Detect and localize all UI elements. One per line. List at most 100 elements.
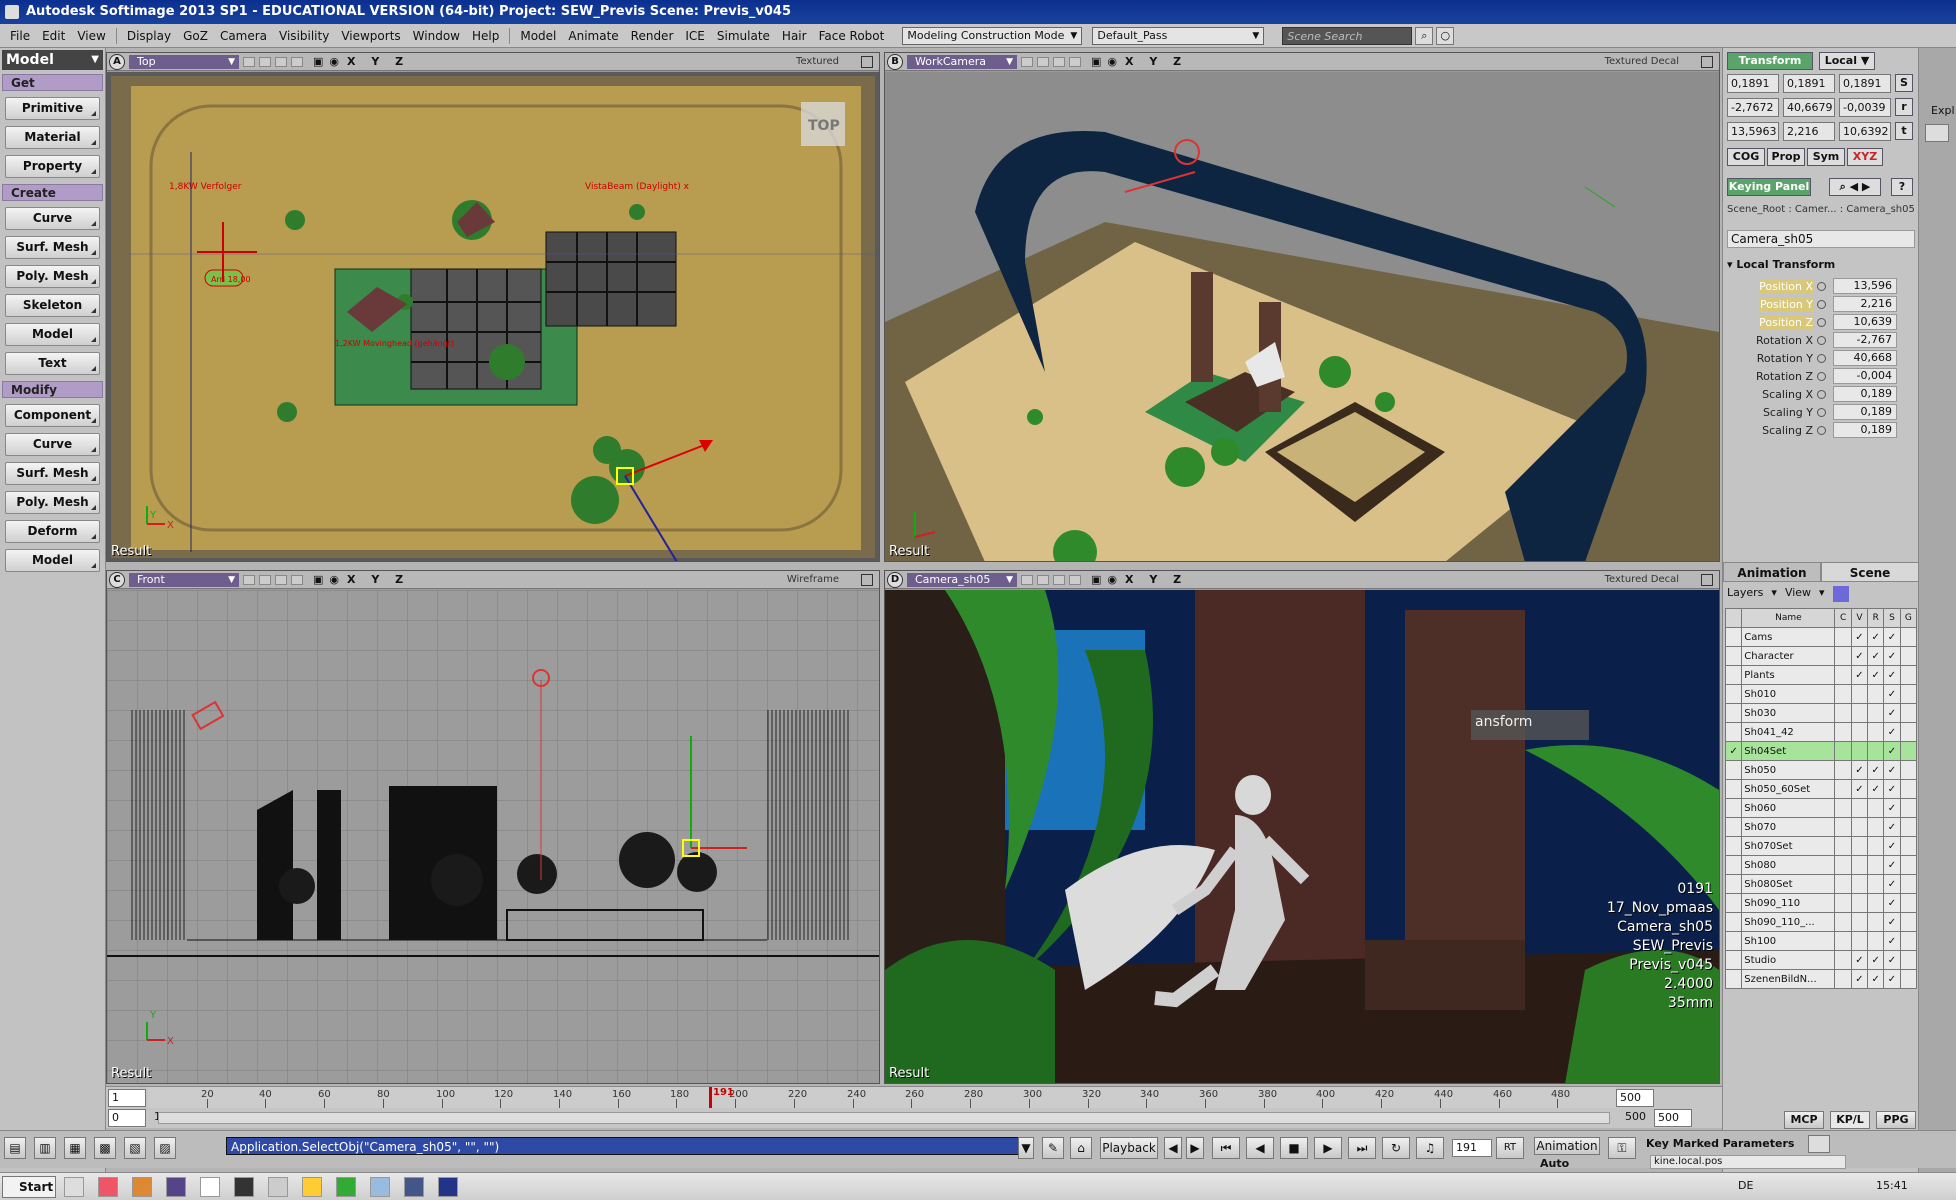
radiation-app-icon[interactable] bbox=[302, 1177, 322, 1197]
layer-c-check[interactable] bbox=[1834, 969, 1852, 989]
layer-c-check[interactable] bbox=[1834, 665, 1852, 685]
clear-search-icon[interactable]: ○ bbox=[1436, 26, 1455, 45]
column-name[interactable]: Name bbox=[1741, 608, 1836, 628]
timeline-ruler[interactable]: 20 40 60 80 100 120 140 160 180 200 220 240 260 280 30… bbox=[148, 1087, 1616, 1109]
stop-icon[interactable]: ■ bbox=[1280, 1137, 1308, 1159]
layout-icon[interactable]: ▧ bbox=[124, 1137, 146, 1159]
eye-icon[interactable]: ◉ bbox=[1107, 573, 1117, 586]
layer-c-check[interactable] bbox=[1834, 684, 1852, 704]
photoshop-app-icon[interactable] bbox=[438, 1177, 458, 1197]
layer-s-check[interactable]: ✓ bbox=[1883, 836, 1901, 856]
viewport-toggle[interactable] bbox=[259, 574, 271, 585]
animation-dot-icon[interactable] bbox=[1817, 426, 1826, 435]
timeline-end-field[interactable]: 500 bbox=[1616, 1089, 1654, 1107]
display-mode-menu[interactable]: Textured bbox=[796, 56, 839, 67]
param-scaling-x[interactable]: Scaling X 0,189 bbox=[1723, 386, 1913, 404]
layer-r-check[interactable]: ✓ bbox=[1867, 665, 1885, 685]
layer-r-check[interactable]: ✓ bbox=[1867, 760, 1885, 780]
layer-v-check[interactable] bbox=[1850, 893, 1869, 913]
maximize-icon[interactable] bbox=[861, 55, 873, 68]
animation-dot-icon[interactable] bbox=[1817, 300, 1826, 309]
layer-name[interactable]: Plants bbox=[1741, 665, 1836, 685]
layer-r-check[interactable] bbox=[1867, 912, 1885, 932]
viewport-toggle[interactable] bbox=[1069, 56, 1081, 67]
layer-c-check[interactable] bbox=[1834, 893, 1852, 913]
display-mode-menu[interactable]: Textured Decal bbox=[1605, 56, 1679, 67]
viewport-toggle[interactable] bbox=[275, 56, 287, 67]
layer-v-check[interactable] bbox=[1850, 684, 1869, 704]
layer-r-check[interactable] bbox=[1867, 684, 1885, 704]
modify-curve-button[interactable]: Curve bbox=[5, 433, 100, 456]
rotation-z-field[interactable]: -0,0039 bbox=[1839, 98, 1891, 117]
get-property-button[interactable]: Property bbox=[5, 155, 100, 178]
layer-c-check[interactable] bbox=[1834, 912, 1852, 932]
layer-g-check[interactable] bbox=[1899, 855, 1918, 875]
animation-dot-icon[interactable] bbox=[1817, 408, 1826, 417]
layer-row[interactable]: Cams ✓ ✓ ✓ bbox=[1724, 627, 1918, 647]
draw-tool-icon[interactable] bbox=[1925, 124, 1949, 142]
layer-s-check[interactable]: ✓ bbox=[1883, 627, 1901, 647]
sym-button[interactable]: Sym bbox=[1807, 148, 1845, 166]
create-curve-button[interactable]: Curve bbox=[5, 207, 100, 230]
start-button[interactable]: Start bbox=[2, 1176, 56, 1198]
layer-name[interactable]: Sh030 bbox=[1741, 703, 1836, 723]
realtime-toggle[interactable]: RT bbox=[1496, 1137, 1524, 1159]
layer-name[interactable]: Sh010 bbox=[1741, 684, 1836, 704]
layer-name[interactable]: Cams bbox=[1741, 627, 1836, 647]
layer-active-check[interactable] bbox=[1724, 760, 1743, 780]
param-value[interactable]: 0,189 bbox=[1833, 422, 1897, 438]
audio-icon[interactable]: ♫ bbox=[1416, 1137, 1444, 1159]
column-r[interactable]: R bbox=[1867, 608, 1885, 628]
layer-row[interactable]: Sh080 ✓ bbox=[1724, 855, 1918, 875]
layer-g-check[interactable] bbox=[1899, 893, 1918, 913]
layer-v-check[interactable]: ✓ bbox=[1850, 779, 1869, 799]
param-position-x[interactable]: Position X 13,596 bbox=[1723, 278, 1913, 296]
object-name-field[interactable]: Camera_sh05 bbox=[1727, 230, 1915, 248]
next-key-icon[interactable]: ▶ bbox=[1186, 1137, 1204, 1159]
menu-view[interactable]: View bbox=[71, 29, 111, 43]
chevron-down-icon[interactable]: ▾ bbox=[1771, 586, 1777, 602]
viewport-toggle[interactable] bbox=[291, 56, 303, 67]
layer-manager-icon[interactable] bbox=[1832, 586, 1849, 602]
reference-space-select[interactable]: Local ▼ bbox=[1819, 52, 1875, 70]
layout-icon[interactable]: ▩ bbox=[94, 1137, 116, 1159]
modify-deform-button[interactable]: Deform bbox=[5, 520, 100, 543]
layer-c-check[interactable] bbox=[1834, 817, 1852, 837]
layer-active-check[interactable] bbox=[1724, 665, 1743, 685]
layout-icon[interactable]: ▤ bbox=[4, 1137, 26, 1159]
menu-edit[interactable]: Edit bbox=[36, 29, 71, 43]
layer-active-check[interactable] bbox=[1724, 912, 1743, 932]
viewport-toggle[interactable] bbox=[1021, 56, 1033, 67]
modify-model-button[interactable]: Model bbox=[5, 549, 100, 572]
menu-face-robot[interactable]: Face Robot bbox=[813, 29, 891, 43]
layer-r-check[interactable]: ✓ bbox=[1867, 646, 1885, 666]
prev-key-icon[interactable]: ◀ bbox=[1164, 1137, 1182, 1159]
viewport-toggle[interactable] bbox=[1021, 574, 1033, 585]
param-value[interactable]: -2,767 bbox=[1833, 332, 1897, 348]
layer-row[interactable]: Sh090_110 ✓ bbox=[1724, 893, 1918, 913]
layer-name[interactable]: Sh090_110 bbox=[1741, 893, 1836, 913]
layer-g-check[interactable] bbox=[1899, 836, 1918, 856]
viewport-d-canvas[interactable]: ansform 0191 17_Nov_pmaas Camera_sh05 SE… bbox=[885, 590, 1719, 1083]
current-frame-marker[interactable] bbox=[709, 1087, 712, 1109]
layer-active-check[interactable] bbox=[1724, 722, 1743, 742]
layer-v-check[interactable] bbox=[1850, 874, 1869, 894]
layer-v-check[interactable] bbox=[1850, 722, 1869, 742]
layer-s-check[interactable]: ✓ bbox=[1883, 817, 1901, 837]
layer-s-check[interactable]: ✓ bbox=[1883, 855, 1901, 875]
layer-v-check[interactable]: ✓ bbox=[1850, 950, 1869, 970]
layer-r-check[interactable] bbox=[1867, 703, 1885, 723]
scale-x-field[interactable]: 0,1891 bbox=[1727, 74, 1779, 93]
layer-r-check[interactable] bbox=[1867, 836, 1885, 856]
loop-icon[interactable]: ↻ bbox=[1382, 1137, 1410, 1159]
play-backward-icon[interactable]: ◀ bbox=[1246, 1137, 1274, 1159]
layer-g-check[interactable] bbox=[1899, 665, 1918, 685]
menu-camera[interactable]: Camera bbox=[214, 29, 273, 43]
layer-c-check[interactable] bbox=[1834, 741, 1852, 761]
param-value[interactable]: 0,189 bbox=[1833, 386, 1897, 402]
layer-active-check[interactable] bbox=[1724, 969, 1743, 989]
layer-g-check[interactable] bbox=[1899, 779, 1918, 799]
layer-v-check[interactable] bbox=[1850, 798, 1869, 818]
layer-name[interactable]: Sh070 bbox=[1741, 817, 1836, 837]
param-value[interactable]: -0,004 bbox=[1833, 368, 1897, 384]
